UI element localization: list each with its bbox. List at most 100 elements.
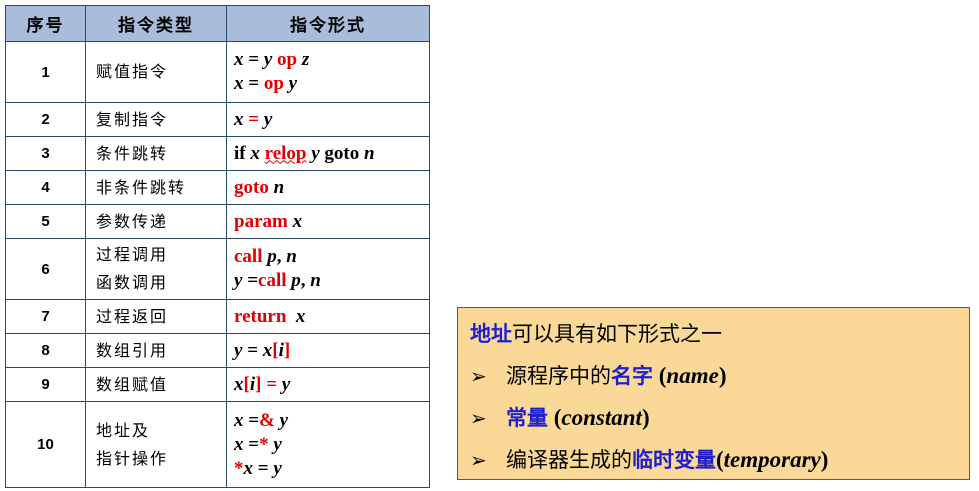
table-row: 1 赋值指令 x = y op zx = op y: [5, 41, 430, 103]
form-token: =: [243, 409, 260, 431]
form-token: op: [277, 49, 298, 70]
row-type: 复制指令: [85, 102, 227, 137]
form-token: call: [234, 246, 263, 267]
row-index: 6: [5, 238, 86, 300]
row-type-line: 条件跳转: [96, 143, 169, 163]
header-type: 指令类型: [85, 5, 227, 42]
row-type: 地址及 指针操作: [85, 401, 227, 488]
row-index: 10: [5, 401, 86, 488]
row-type-line: 过程调用: [96, 245, 169, 264]
row-index: 8: [5, 333, 86, 368]
form-line: param x: [234, 210, 429, 234]
table-row: 10 地址及 指针操作 x =& yx =* y *x = y: [5, 401, 430, 488]
table-row: 8 数组引用 y = x[i]: [5, 333, 430, 368]
form-token: p: [291, 270, 301, 291]
row-form: param x: [226, 204, 430, 239]
form-token: =: [242, 339, 263, 361]
form-token: p: [267, 246, 277, 267]
table-row: 2 复制指令 x = y: [5, 102, 430, 137]
row-form: x = y op zx = op y: [226, 41, 430, 103]
table-row: 9 数组赋值 x[i] = y: [5, 367, 430, 402]
form-line: x = y: [234, 108, 429, 132]
form-line: x =& y: [234, 409, 429, 433]
form-token: =: [243, 433, 260, 455]
form-token: n: [364, 142, 375, 164]
form-token: x: [292, 210, 303, 232]
form-token: y: [273, 457, 282, 479]
row-type-line: 函数调用: [96, 273, 169, 292]
note-item: ➢ 常量 (constant): [470, 398, 969, 440]
note-item-en: constant: [561, 405, 642, 430]
row-type-line: 数组赋值: [96, 374, 169, 394]
row-type-line: 指针操作: [96, 448, 169, 468]
form-token: x: [234, 108, 244, 130]
form-line: x = op y: [234, 72, 429, 96]
row-type: 条件跳转: [85, 136, 227, 171]
row-type-line: 赋值指令: [96, 62, 169, 81]
table-row: 3 条件跳转 if x relop y goto n: [5, 136, 430, 171]
table-row: 4 非条件跳转 goto n: [5, 170, 430, 205]
form-token: ,: [276, 246, 287, 267]
note-item-pre: 编译器生成的: [506, 448, 632, 472]
row-index: 2: [5, 102, 86, 137]
form-token: n: [273, 176, 285, 198]
form-token: =: [243, 108, 264, 130]
row-form: if x relop y goto n: [226, 136, 430, 171]
form-token: n: [286, 246, 297, 267]
note-item-open: (: [548, 405, 562, 430]
form-token: [286, 306, 296, 327]
form-line: x =* y: [234, 433, 429, 457]
header-index: 序号: [5, 5, 86, 42]
form-token: &: [259, 409, 275, 431]
form-token: =: [261, 373, 282, 395]
row-index: 3: [5, 136, 86, 171]
note-item-highlight: 常量: [506, 406, 548, 430]
form-token: y: [273, 433, 282, 455]
arrow-icon: ➢: [470, 364, 487, 388]
row-index: 7: [5, 299, 86, 334]
row-form: y = x[i]: [226, 333, 430, 368]
header-form: 指令形式: [226, 5, 430, 42]
note-item-highlight: 名字: [611, 364, 653, 388]
form-token: x: [234, 73, 244, 94]
form-token: relop: [264, 142, 307, 164]
note-item: ➢ 源程序中的名字 (name): [470, 356, 969, 398]
row-form: x[i] = y: [226, 367, 430, 402]
row-type: 参数传递: [85, 204, 227, 239]
arrow-icon: ➢: [470, 448, 487, 472]
form-line: x[i] = y: [234, 373, 429, 397]
table-row: 7 过程返回 return x: [5, 299, 430, 334]
form-line: y =call p, n: [234, 269, 429, 293]
form-token: ,: [300, 270, 311, 291]
form-token: op: [263, 73, 284, 94]
note-title-highlight: 地址: [470, 322, 512, 346]
table-row: 6 过程调用 函数调用 call p, ny =call p, n: [5, 238, 430, 300]
note-item: ➢ 编译器生成的临时变量(temporary): [470, 440, 969, 482]
form-token: *: [234, 457, 244, 479]
note-item-open: (: [653, 363, 667, 388]
row-form: x =& yx =* y *x = y: [226, 401, 430, 488]
note-item-en: name: [666, 363, 719, 388]
form-token: call: [258, 270, 287, 291]
form-token: x: [250, 142, 260, 164]
form-token: goto: [319, 142, 364, 164]
form-token: =: [243, 73, 264, 94]
row-type-line: 过程返回: [96, 306, 169, 326]
row-type-line: 地址及: [96, 420, 151, 440]
form-token: x: [234, 433, 244, 455]
row-type-line: 数组引用: [96, 340, 169, 360]
form-token: x: [262, 339, 273, 361]
note-list: ➢ 源程序中的名字 (name) ➢ 常量 (constant) ➢ 编译器生成的临时变量…: [470, 356, 969, 482]
row-type: 数组引用: [85, 333, 227, 368]
form-token: x: [234, 49, 244, 70]
form-line: goto n: [234, 176, 429, 200]
note-item-highlight: 临时变量: [632, 448, 716, 472]
row-form: goto n: [226, 170, 430, 205]
note-item-pre: 源程序中的: [506, 364, 611, 388]
form-token: z: [301, 49, 310, 70]
row-type: 过程调用 函数调用: [85, 238, 227, 300]
form-token: param: [234, 210, 288, 232]
row-form: call p, ny =call p, n: [226, 238, 430, 300]
note-item-open: (: [716, 447, 724, 472]
note-title: 地址可以具有如下形式之一: [470, 314, 969, 356]
